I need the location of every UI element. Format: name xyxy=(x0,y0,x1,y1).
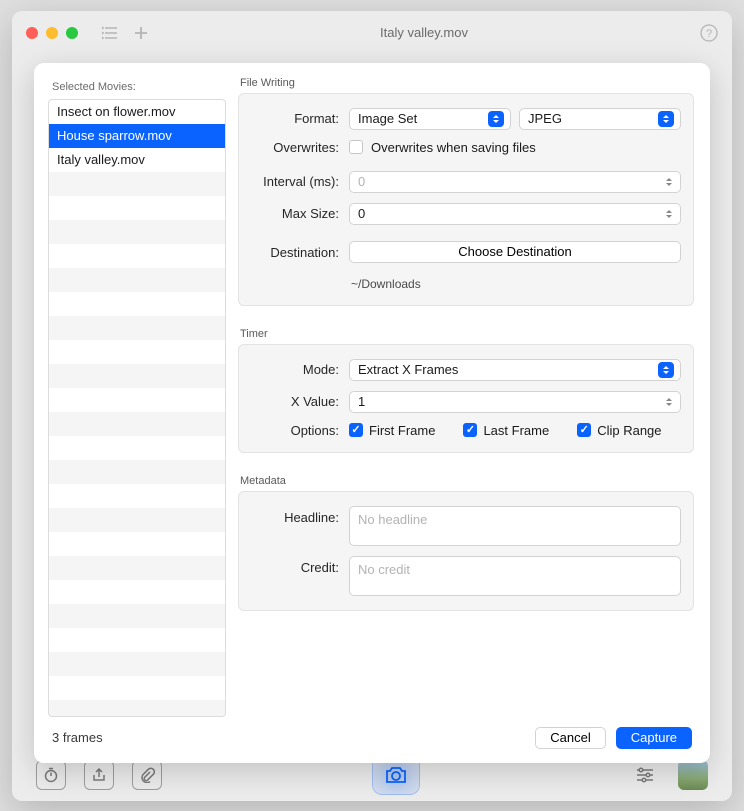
mode-select[interactable]: Extract X Frames xyxy=(349,359,681,381)
format-select[interactable]: Image Set xyxy=(349,108,511,130)
xvalue-stepper[interactable]: 1 xyxy=(349,391,681,413)
close-button[interactable] xyxy=(26,27,38,39)
destination-path: ~/Downloads xyxy=(349,277,681,291)
chevron-updown-icon xyxy=(658,111,674,127)
movies-sidebar: Selected Movies: Insect on flower.mov Ho… xyxy=(48,77,226,717)
choose-destination-button[interactable]: Choose Destination xyxy=(349,241,681,263)
timer-icon[interactable] xyxy=(36,760,66,790)
list-item[interactable]: Insect on flower.mov xyxy=(49,100,225,124)
maxsize-label: Max Size: xyxy=(251,206,349,221)
plus-icon[interactable] xyxy=(134,26,148,40)
attach-icon[interactable] xyxy=(132,760,162,790)
metadata-section: Metadata Headline: Credit: xyxy=(238,475,694,611)
thumbnail[interactable] xyxy=(678,760,708,790)
stepper-arrows-icon[interactable] xyxy=(662,210,676,218)
file-writing-section: File Writing Format: Image Set JPEG xyxy=(238,77,694,306)
mode-label: Mode: xyxy=(251,362,349,377)
zoom-button[interactable] xyxy=(66,27,78,39)
titlebar: Italy valley.mov ? xyxy=(12,11,732,55)
credit-field[interactable] xyxy=(349,556,681,596)
interval-stepper[interactable]: 0 xyxy=(349,171,681,193)
chevron-updown-icon xyxy=(488,111,504,127)
share-icon[interactable] xyxy=(84,760,114,790)
overwrites-label: Overwrites: xyxy=(251,140,349,155)
stepper-arrows-icon[interactable] xyxy=(662,398,676,406)
clip-range-option[interactable]: Clip Range xyxy=(577,423,661,438)
headline-label: Headline: xyxy=(251,506,349,525)
traffic-lights xyxy=(26,26,148,40)
destination-label: Destination: xyxy=(251,241,349,260)
capture-button[interactable]: Capture xyxy=(616,727,692,749)
list-icon[interactable] xyxy=(102,26,118,40)
last-frame-option[interactable]: Last Frame xyxy=(463,423,549,438)
first-frame-checkbox[interactable] xyxy=(349,423,363,437)
chevron-updown-icon xyxy=(658,362,674,378)
format-label: Format: xyxy=(251,111,349,126)
section-title: File Writing xyxy=(238,77,694,89)
window-title: Italy valley.mov xyxy=(148,25,700,40)
capture-sheet: Selected Movies: Insect on flower.mov Ho… xyxy=(34,63,710,763)
overwrites-text: Overwrites when saving files xyxy=(371,140,536,155)
list-item[interactable]: House sparrow.mov xyxy=(49,124,225,148)
sidebar-header: Selected Movies: xyxy=(48,77,226,99)
sheet-footer: 3 frames Cancel Capture xyxy=(34,717,710,763)
movie-list[interactable]: Insect on flower.mov House sparrow.mov I… xyxy=(48,99,226,717)
help-icon[interactable]: ? xyxy=(700,24,718,42)
xvalue-label: X Value: xyxy=(251,394,349,409)
overwrites-checkbox[interactable] xyxy=(349,140,363,154)
interval-label: Interval (ms): xyxy=(251,174,349,189)
cancel-button[interactable]: Cancel xyxy=(535,727,605,749)
first-frame-option[interactable]: First Frame xyxy=(349,423,435,438)
frame-count: 3 frames xyxy=(52,730,103,745)
credit-label: Credit: xyxy=(251,556,349,575)
stepper-arrows-icon[interactable] xyxy=(662,178,676,186)
sliders-icon[interactable] xyxy=(630,760,660,790)
headline-field[interactable] xyxy=(349,506,681,546)
clip-range-checkbox[interactable] xyxy=(577,423,591,437)
list-item[interactable]: Italy valley.mov xyxy=(49,148,225,172)
last-frame-checkbox[interactable] xyxy=(463,423,477,437)
options-label: Options: xyxy=(251,423,349,438)
section-title: Timer xyxy=(238,328,694,340)
svg-text:?: ? xyxy=(706,28,712,40)
format-type-select[interactable]: JPEG xyxy=(519,108,681,130)
section-title: Metadata xyxy=(238,475,694,487)
maxsize-stepper[interactable]: 0 xyxy=(349,203,681,225)
timer-section: Timer Mode: Extract X Frames xyxy=(238,328,694,453)
main-window: Italy valley.mov ? Selected Movies: xyxy=(12,11,732,801)
minimize-button[interactable] xyxy=(46,27,58,39)
